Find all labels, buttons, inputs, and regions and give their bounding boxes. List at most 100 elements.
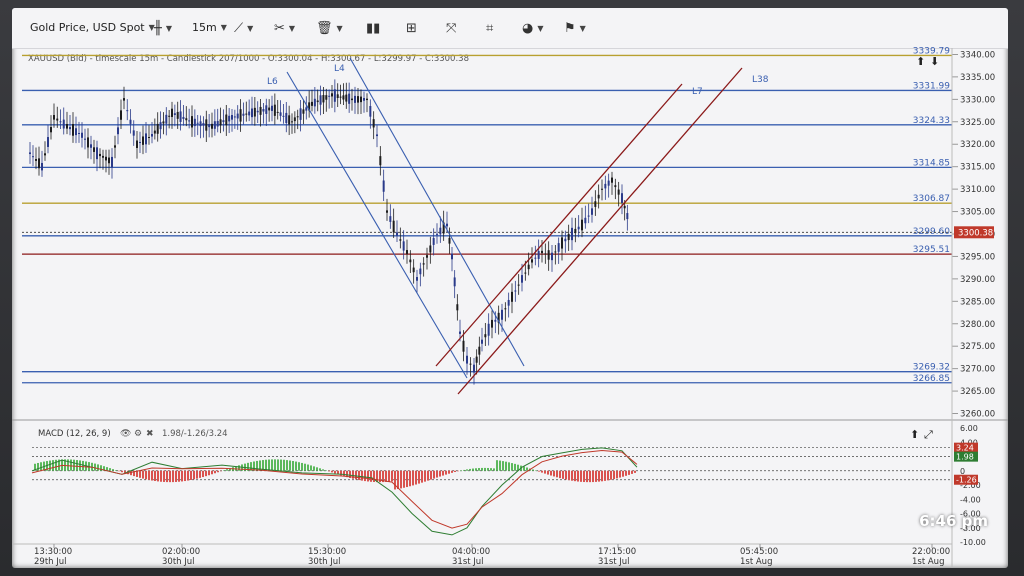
candle-body [259, 106, 262, 115]
macd-histogram-bar [547, 470, 549, 475]
macd-histogram-bar [583, 470, 585, 483]
candle-body [429, 245, 432, 253]
price-tick-label: 3270.00 [960, 365, 995, 375]
macd-histogram-bar [538, 470, 540, 472]
macd-histogram-bar [328, 470, 330, 472]
time-tick-time: 15:30:00 [308, 547, 346, 557]
macd-histogram-bar [589, 470, 591, 483]
macd-histogram-bar [391, 470, 393, 482]
channel-line-l38[interactable] [457, 67, 743, 395]
macd-histogram-bar [619, 470, 621, 478]
macd-histogram-bar [370, 470, 372, 482]
candle-body [462, 340, 465, 352]
macd-histogram-bar [217, 470, 219, 473]
price-tick-label: 3260.00 [960, 410, 995, 420]
macd-histogram-bar [592, 470, 594, 483]
macd-histogram-bar [172, 470, 174, 483]
candle-body [151, 133, 153, 137]
candle-body [139, 141, 141, 143]
macd-histogram-bar [184, 470, 186, 482]
candle-body [93, 147, 95, 152]
macd-histogram-bar [439, 470, 441, 477]
candle-body [348, 93, 351, 104]
time-tick-date: 31st Jul [452, 557, 484, 567]
macd-histogram-bar [37, 462, 39, 471]
macd-histogram-bar [139, 470, 141, 478]
maximize-pane-icon[interactable]: ⬆ [910, 428, 919, 441]
candle-body [299, 108, 302, 120]
macd-histogram-bar [355, 470, 357, 480]
macd-badge-label: 3.24 [956, 444, 974, 453]
candle-body [276, 111, 279, 113]
macd-histogram-bar [94, 463, 96, 471]
macd-axis[interactable]: 6.004.002.000-2.00-4.00-6.00-8.00-10.00 [32, 424, 986, 547]
eye-icon[interactable]: 👁 [120, 429, 131, 439]
time-axis[interactable]: 13:30:0029th Jul02:00:0030th Jul15:30:00… [34, 544, 950, 567]
macd-histogram-bar [49, 460, 51, 471]
macd-badge-label: 1.98 [956, 453, 974, 462]
candle-body [621, 193, 623, 203]
close-icon[interactable]: ✖ [146, 429, 154, 439]
candle-body [56, 118, 59, 121]
candle-body [182, 116, 185, 119]
candle-body [611, 177, 613, 183]
macd-histogram-bar [499, 460, 501, 471]
macd-histogram-bar [502, 461, 504, 471]
price-chart[interactable]: XAUUSD (Bid) - timescale 15m - Candlesti… [12, 8, 1008, 568]
macd-histogram-bar [145, 470, 147, 480]
macd-label: MACD (12, 26, 9) [38, 429, 111, 439]
level-price-label: 3266.85 [913, 374, 950, 384]
candle-body [173, 113, 176, 116]
channel-line-l7[interactable] [435, 83, 683, 367]
candle-body [81, 132, 83, 138]
macd-histogram-bar [544, 470, 546, 474]
candle-body [311, 101, 313, 106]
candle-body [305, 107, 308, 111]
expand-icon[interactable]: ⤢ [924, 428, 933, 441]
macd-histogram-bar [73, 459, 75, 471]
settings-icon[interactable]: ⚙ [134, 429, 142, 439]
macd-histogram-bar [298, 462, 300, 471]
macd-histogram-bar [535, 470, 537, 472]
candle-body [372, 119, 375, 128]
macd-histogram-bar [541, 470, 543, 473]
candle-body [626, 213, 629, 220]
candle-body [222, 120, 225, 123]
horizontal-levels[interactable]: 3339.793331.993324.333314.853306.873299.… [22, 46, 994, 384]
macd-histogram-bar [562, 470, 564, 479]
scroll-up-icon[interactable]: ⬆ [916, 55, 925, 68]
candle-body [156, 123, 159, 134]
candle-body [231, 115, 233, 120]
level-price-label: 3306.87 [913, 194, 950, 204]
candle-body [208, 124, 211, 128]
candle-body [406, 250, 408, 254]
scroll-down-icon[interactable]: ⬇ [930, 55, 939, 68]
macd-tick-label: 6.00 [960, 424, 978, 433]
macd-histogram-bar [436, 470, 438, 478]
candle-body [478, 346, 481, 355]
candle-body [561, 237, 563, 249]
macd-histogram-bar [469, 468, 471, 471]
candle-body [363, 98, 365, 101]
candle-body [594, 201, 597, 207]
time-tick-date: 1st Aug [740, 557, 772, 567]
macd-histogram-bar [508, 462, 510, 471]
candle-body [105, 156, 107, 161]
candle-body [382, 180, 385, 192]
candle-body [366, 98, 368, 101]
candle-body [419, 268, 422, 275]
macd-histogram-bar [622, 470, 624, 477]
candle-body [132, 130, 135, 136]
candle-body [253, 107, 256, 117]
candle-body [84, 138, 86, 140]
candle-body [432, 238, 435, 245]
candle-body [268, 107, 271, 111]
candle-body [591, 208, 593, 215]
macd-histogram-bar [601, 470, 603, 482]
candle-body [469, 363, 472, 365]
channel-line-l4[interactable] [349, 57, 525, 367]
candle-body [333, 89, 336, 102]
macd-histogram-bar [82, 460, 84, 471]
macd-histogram-bar [460, 470, 462, 472]
drawing-label-l38: L38 [752, 75, 769, 85]
